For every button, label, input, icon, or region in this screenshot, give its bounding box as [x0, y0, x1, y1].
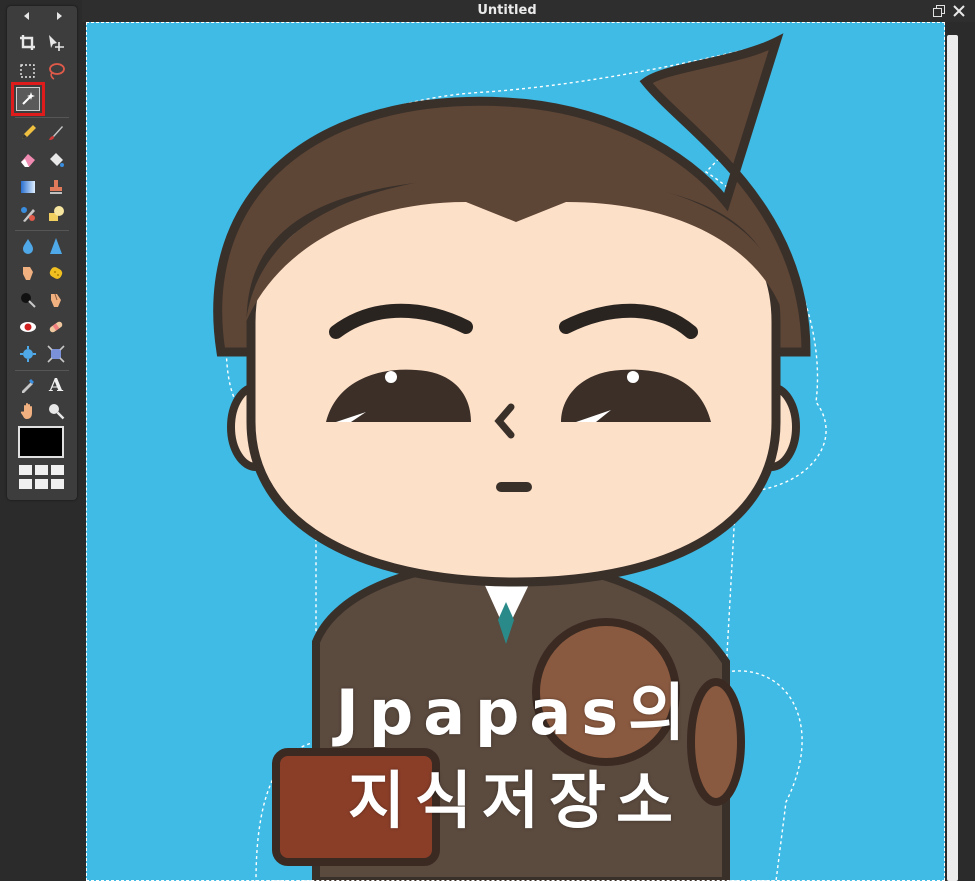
pinch-tool-icon	[47, 345, 65, 363]
drawing-shapes-tool[interactable]	[44, 202, 68, 226]
hand-tool[interactable]	[16, 399, 40, 423]
dodge-tool-icon	[21, 293, 36, 308]
marquee-tool-icon	[20, 64, 35, 78]
move-tool[interactable]	[44, 31, 68, 55]
grid-cell	[19, 465, 32, 475]
pencil-tool[interactable]	[16, 121, 40, 145]
color-replace-tool-icon	[21, 207, 35, 222]
image-canvas[interactable]: Jpapas의 지식저장소	[86, 22, 945, 881]
pinch-tool[interactable]	[44, 342, 68, 366]
blur-tool-icon	[23, 239, 33, 254]
overlay-text-line1: Jpapas의	[335, 676, 696, 749]
toolbox-separator	[15, 230, 69, 231]
type-tool-icon: A	[49, 374, 63, 396]
toolbox-layout-button[interactable]	[19, 465, 65, 491]
scrollbar-thumb[interactable]	[947, 35, 958, 881]
color-replace-tool[interactable]	[16, 202, 40, 226]
red-eye-tool[interactable]	[16, 315, 40, 339]
clone-stamp-tool[interactable]	[44, 175, 68, 199]
expand-right-icon[interactable]	[57, 12, 62, 20]
blur-tool[interactable]	[16, 234, 40, 258]
smudge-tool-icon	[23, 267, 33, 280]
sharpen-tool-icon	[50, 238, 62, 254]
grid-cell	[35, 479, 48, 489]
hand-tool-icon	[20, 403, 32, 419]
dodge-tool[interactable]	[16, 288, 40, 312]
zoom-tool[interactable]	[44, 399, 68, 423]
grid-cell	[51, 465, 64, 475]
color-picker-tool-icon	[22, 379, 34, 393]
close-window-icon[interactable]	[951, 3, 967, 19]
brush-tool-icon	[49, 126, 63, 140]
color-picker-tool[interactable]	[16, 373, 40, 397]
document-title-bar: Untitled	[82, 0, 975, 22]
gradient-tool[interactable]	[16, 175, 40, 199]
drawing-shapes-tool-icon	[49, 206, 64, 221]
toolbox-header	[7, 6, 77, 26]
pencil-tool-icon	[22, 125, 36, 139]
crop-tool[interactable]	[16, 31, 40, 55]
grid-cell	[35, 465, 48, 475]
brush-tool[interactable]	[44, 121, 68, 145]
sharpen-tool[interactable]	[44, 234, 68, 258]
smudge-tool[interactable]	[16, 261, 40, 285]
zoom-tool-icon	[49, 404, 65, 420]
paint-bucket-tool-icon	[50, 153, 64, 167]
marquee-tool[interactable]	[16, 59, 40, 83]
document-title: Untitled	[477, 3, 537, 18]
eraser-tool[interactable]	[16, 148, 40, 172]
paint-bucket-tool[interactable]	[44, 148, 68, 172]
eraser-tool-icon	[21, 154, 35, 167]
toolbox-separator	[15, 117, 69, 118]
bloat-tool-icon	[20, 346, 36, 362]
clone-stamp-tool-icon	[50, 180, 62, 194]
grid-cell	[51, 479, 64, 489]
spot-heal-tool[interactable]	[44, 315, 68, 339]
toolbox-separator	[15, 370, 69, 371]
crop-tool-icon	[20, 35, 35, 50]
gradient-tool-icon	[21, 181, 35, 193]
grid-cell	[19, 479, 32, 489]
move-tool-icon	[49, 35, 64, 51]
burn-tool[interactable]	[44, 288, 68, 312]
red-eye-tool-icon	[20, 322, 36, 332]
lasso-tool-icon	[49, 63, 65, 80]
toolbox-panel: A	[7, 6, 77, 500]
restore-window-icon[interactable]	[933, 5, 945, 17]
collapse-left-icon[interactable]	[24, 12, 29, 20]
burn-tool-icon	[51, 293, 61, 307]
sponge-tool-icon	[49, 267, 63, 279]
type-tool[interactable]: A	[44, 373, 68, 397]
vertical-scrollbar[interactable]	[945, 22, 975, 881]
spot-heal-tool-icon	[49, 321, 63, 333]
overlay-text-line2: 지식저장소	[347, 764, 684, 837]
foreground-color-swatch[interactable]	[18, 426, 64, 458]
magic-wand-tool-icon	[22, 92, 35, 105]
bloat-tool[interactable]	[16, 342, 40, 366]
magic-wand-tool[interactable]	[11, 82, 45, 116]
sponge-tool[interactable]	[44, 261, 68, 285]
lasso-tool[interactable]	[44, 59, 68, 83]
